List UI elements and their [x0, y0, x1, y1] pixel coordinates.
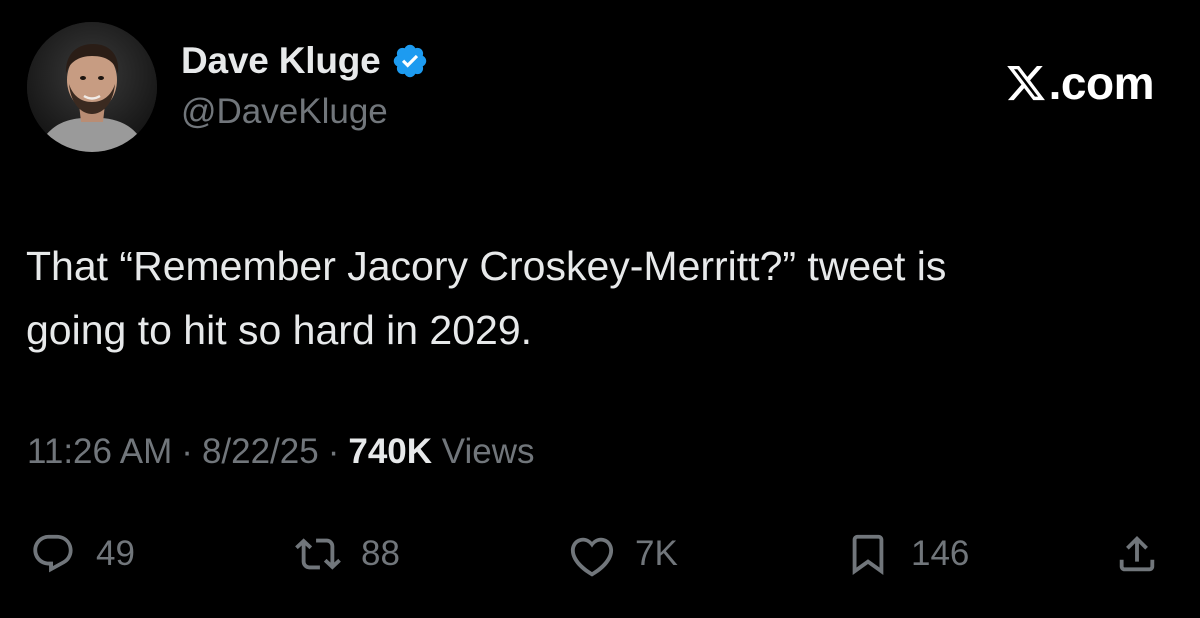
meta-separator: · [327, 432, 340, 471]
meta-separator: · [181, 432, 193, 471]
repost-count: 88 [361, 534, 400, 573]
avatar-image [27, 22, 157, 152]
author-name-row: Dave Kluge [181, 38, 429, 84]
avatar[interactable] [27, 22, 157, 152]
tweet-date[interactable]: 8/22/25 [202, 432, 319, 472]
share-button[interactable] [1114, 528, 1160, 580]
repost-icon [295, 538, 341, 570]
bookmark-icon [852, 534, 884, 575]
tweet-meta: 11:26 AM · 8/22/25 · 740K Views [27, 432, 535, 472]
x-com-watermark: .com [1005, 56, 1155, 110]
share-icon [1119, 535, 1155, 572]
heart-icon [570, 537, 614, 577]
like-count: 7K [635, 534, 678, 573]
repost-button[interactable]: 88 [295, 528, 400, 580]
x-logo-icon [1005, 61, 1047, 105]
tweet-card: Dave Kluge @DaveKluge .com That “Remembe… [0, 0, 1200, 618]
reply-icon [33, 534, 73, 573]
author-display-name[interactable]: Dave Kluge [181, 40, 381, 82]
reply-count: 49 [96, 534, 135, 573]
verified-badge-icon [391, 42, 429, 80]
views-label: Views [432, 432, 535, 472]
views-count: 740K [348, 432, 433, 471]
author-handle[interactable]: @DaveKluge [181, 92, 388, 132]
tweet-time[interactable]: 11:26 AM [27, 432, 172, 472]
views-label-text: Views [441, 432, 535, 471]
bookmark-button[interactable]: 146 [845, 528, 969, 580]
like-button[interactable]: 7K [569, 528, 678, 580]
reply-button[interactable]: 49 [30, 528, 135, 580]
bookmark-count: 146 [911, 534, 970, 573]
watermark-text: .com [1048, 57, 1155, 109]
tweet-text: That “Remember Jacory Croskey-Merritt?” … [26, 243, 947, 353]
